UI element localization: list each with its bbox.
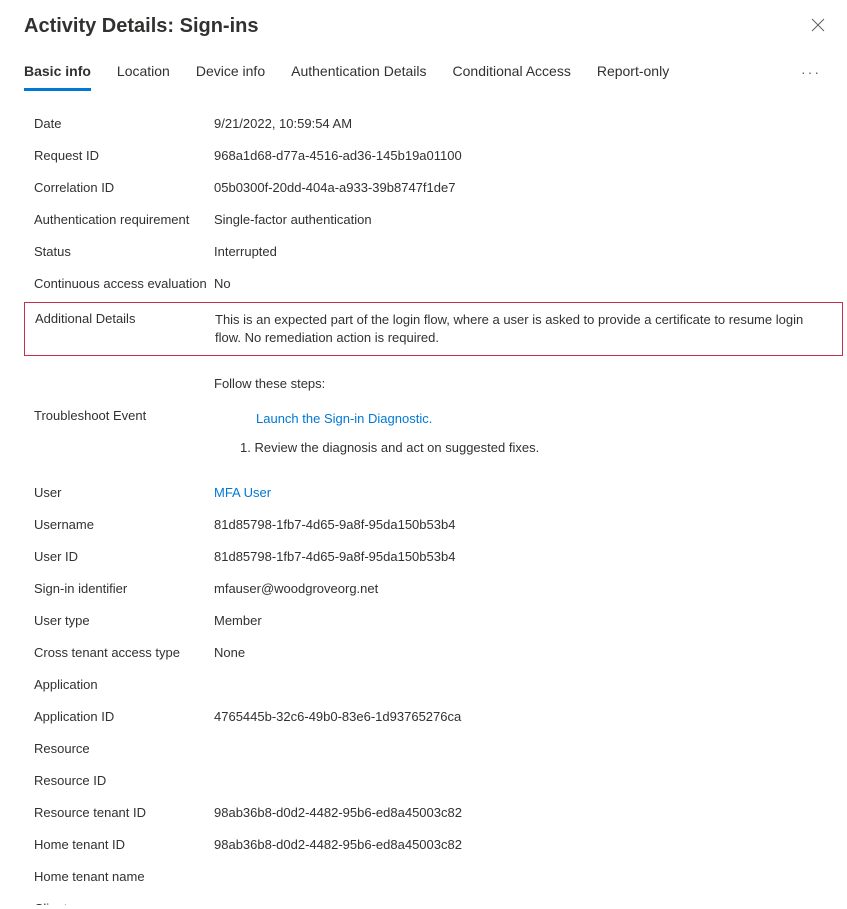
- label-resource: Resource: [34, 741, 214, 756]
- row-additional-details: Additional Details This is an expected p…: [24, 302, 843, 356]
- user-link[interactable]: MFA User: [214, 485, 271, 500]
- row-date: Date 9/21/2022, 10:59:54 AM: [34, 110, 847, 142]
- row-request-id: Request ID 968a1d68-d77a-4516-ad36-145b1…: [34, 142, 847, 174]
- row-home-tenant-id: Home tenant ID 98ab36b8-d0d2-4482-95b6-e…: [34, 831, 847, 863]
- label-request-id: Request ID: [34, 148, 214, 163]
- label-user-id: User ID: [34, 549, 214, 564]
- row-resource-id: Resource ID: [34, 767, 847, 799]
- tab-report-only[interactable]: Report-only: [597, 53, 669, 91]
- value-username: 81d85798-1fb7-4d65-9a8f-95da150b53b4: [214, 517, 847, 532]
- row-application: Application: [34, 671, 847, 703]
- activity-details-panel: Activity Details: Sign-ins Basic info Lo…: [0, 0, 847, 909]
- tab-basic-info[interactable]: Basic info: [24, 53, 91, 91]
- label-cross-tenant: Cross tenant access type: [34, 645, 214, 660]
- row-auth-requirement: Authentication requirement Single-factor…: [34, 206, 847, 238]
- label-application: Application: [34, 677, 214, 692]
- row-status: Status Interrupted: [34, 238, 847, 270]
- label-troubleshoot: Troubleshoot Event: [34, 408, 214, 423]
- row-resource-tenant-id: Resource tenant ID 98ab36b8-d0d2-4482-95…: [34, 799, 847, 831]
- value-status: Interrupted: [214, 244, 847, 259]
- ellipsis-icon: ···: [801, 64, 821, 80]
- row-resource: Resource: [34, 735, 847, 767]
- value-additional-details: This is an expected part of the login fl…: [215, 311, 832, 347]
- value-cae: No: [214, 276, 847, 291]
- value-auth-requirement: Single-factor authentication: [214, 212, 847, 227]
- value-cross-tenant: None: [214, 645, 847, 660]
- row-application-id: Application ID 4765445b-32c6-49b0-83e6-1…: [34, 703, 847, 735]
- label-auth-requirement: Authentication requirement: [34, 212, 214, 227]
- label-status: Status: [34, 244, 214, 259]
- label-resource-tenant-id: Resource tenant ID: [34, 805, 214, 820]
- label-correlation-id: Correlation ID: [34, 180, 214, 195]
- tab-conditional-access[interactable]: Conditional Access: [453, 53, 571, 91]
- label-username: Username: [34, 517, 214, 532]
- close-icon: [811, 18, 825, 32]
- label-signin-identifier: Sign-in identifier: [34, 581, 214, 596]
- row-user-id: User ID 81d85798-1fb7-4d65-9a8f-95da150b…: [34, 543, 847, 575]
- tab-authentication-details[interactable]: Authentication Details: [291, 53, 426, 91]
- label-application-id: Application ID: [34, 709, 214, 724]
- label-date: Date: [34, 116, 214, 131]
- row-cross-tenant: Cross tenant access type None: [34, 639, 847, 671]
- value-user-id: 81d85798-1fb7-4d65-9a8f-95da150b53b4: [214, 549, 847, 564]
- tab-location[interactable]: Location: [117, 53, 170, 91]
- row-user: User MFA User: [34, 479, 847, 511]
- label-cae: Continuous access evaluation: [34, 276, 214, 291]
- row-home-tenant-name: Home tenant name: [34, 863, 847, 895]
- row-cae: Continuous access evaluation No: [34, 270, 847, 302]
- fields-list: Date 9/21/2022, 10:59:54 AM Request ID 9…: [24, 110, 847, 905]
- value-request-id: 968a1d68-d77a-4516-ad36-145b19a01100: [214, 148, 847, 163]
- label-user: User: [34, 485, 214, 500]
- more-button[interactable]: ···: [795, 58, 827, 86]
- close-button[interactable]: [807, 14, 829, 39]
- troubleshoot-content: Follow these steps: Launch the Sign-in D…: [214, 376, 847, 455]
- value-resource-tenant-id: 98ab36b8-d0d2-4482-95b6-ed8a45003c82: [214, 805, 847, 820]
- label-user-type: User type: [34, 613, 214, 628]
- row-correlation-id: Correlation ID 05b0300f-20dd-404a-a933-3…: [34, 174, 847, 206]
- value-user-type: Member: [214, 613, 847, 628]
- panel-title: Activity Details: Sign-ins: [24, 15, 259, 38]
- tab-bar: Basic info Location Device info Authenti…: [24, 53, 847, 92]
- label-additional-details: Additional Details: [35, 311, 215, 326]
- troubleshoot-intro: Follow these steps:: [214, 376, 847, 391]
- row-troubleshoot: Troubleshoot Event Follow these steps: L…: [34, 376, 847, 455]
- scroll-area[interactable]: Basic info Location Device info Authenti…: [0, 53, 847, 905]
- label-home-tenant-name: Home tenant name: [34, 869, 214, 884]
- tab-device-info[interactable]: Device info: [196, 53, 265, 91]
- row-username: Username 81d85798-1fb7-4d65-9a8f-95da150…: [34, 511, 847, 543]
- value-application-id: 4765445b-32c6-49b0-83e6-1d93765276ca: [214, 709, 847, 724]
- label-home-tenant-id: Home tenant ID: [34, 837, 214, 852]
- row-client-app: Client app: [34, 895, 847, 905]
- panel-header: Activity Details: Sign-ins: [0, 0, 847, 53]
- value-correlation-id: 05b0300f-20dd-404a-a933-39b8747f1de7: [214, 180, 847, 195]
- label-resource-id: Resource ID: [34, 773, 214, 788]
- value-signin-identifier: mfauser@woodgroveorg.net: [214, 581, 847, 596]
- value-home-tenant-id: 98ab36b8-d0d2-4482-95b6-ed8a45003c82: [214, 837, 847, 852]
- row-user-type: User type Member: [34, 607, 847, 639]
- value-date: 9/21/2022, 10:59:54 AM: [214, 116, 847, 131]
- troubleshoot-step-1: 1. Review the diagnosis and act on sugge…: [240, 440, 847, 455]
- row-signin-identifier: Sign-in identifier mfauser@woodgroveorg.…: [34, 575, 847, 607]
- label-client-app: Client app: [34, 901, 214, 905]
- launch-diagnostic-link[interactable]: Launch the Sign-in Diagnostic.: [256, 411, 847, 426]
